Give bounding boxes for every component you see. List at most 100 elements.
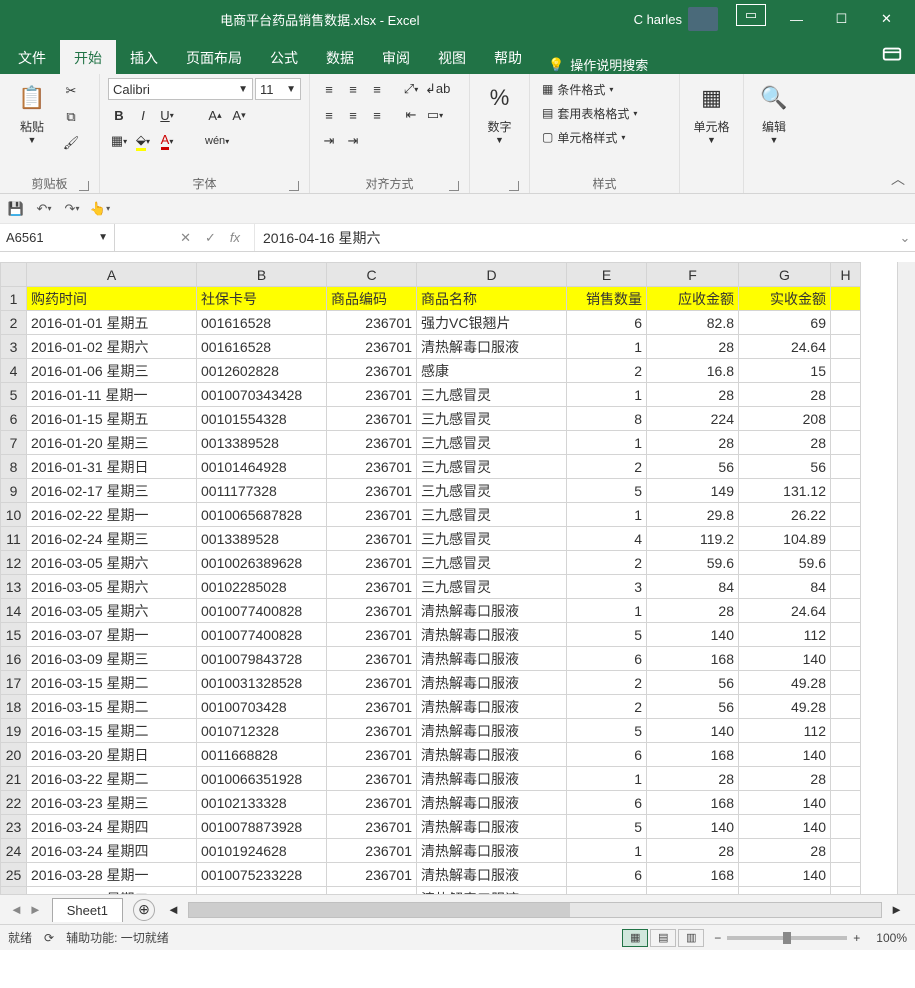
cell[interactable]: 236701	[327, 815, 417, 839]
cell[interactable]: 236701	[327, 791, 417, 815]
cell[interactable]: 2016-02-22 星期一	[27, 503, 197, 527]
shrink-font-button[interactable]: A▾	[228, 104, 250, 126]
cell[interactable]: 三九感冒灵	[417, 503, 567, 527]
font-name-combo[interactable]: Calibri▼	[108, 78, 253, 100]
wrap-text-button[interactable]: ↲ab	[424, 78, 451, 100]
cell[interactable]: 2016-01-01 星期五	[27, 311, 197, 335]
row-header[interactable]: 16	[1, 647, 27, 671]
editing-button[interactable]: 🔍 编辑 ▼	[752, 78, 796, 145]
bold-button[interactable]: B	[108, 104, 130, 126]
cell[interactable]: 清热解毒口服液	[417, 767, 567, 791]
cell[interactable]: 2016-03-15 星期二	[27, 695, 197, 719]
tab-formulas[interactable]: 公式	[256, 40, 312, 74]
cell[interactable]: 119.2	[647, 527, 739, 551]
cell[interactable]: 0010026389628	[197, 551, 327, 575]
align-center-button[interactable]: ≡	[342, 104, 364, 126]
user-account[interactable]: C harles	[634, 7, 718, 31]
cell[interactable]: 0010065687828	[197, 503, 327, 527]
tab-pagelayout[interactable]: 页面布局	[172, 40, 256, 74]
cell[interactable]: 112	[739, 719, 831, 743]
cell[interactable]: 236701	[327, 479, 417, 503]
cell[interactable]: 104.89	[739, 527, 831, 551]
row-header[interactable]: 24	[1, 839, 27, 863]
cell[interactable]: 三九感冒灵	[417, 527, 567, 551]
cell[interactable]: 236701	[327, 311, 417, 335]
cell[interactable]: 28	[647, 767, 739, 791]
cell[interactable]: 0013389528	[197, 527, 327, 551]
row-header[interactable]: 1	[1, 287, 27, 311]
cell[interactable]: 0012602828	[197, 359, 327, 383]
tab-insert[interactable]: 插入	[116, 40, 172, 74]
cell[interactable]: 59.6	[647, 551, 739, 575]
row-header[interactable]: 25	[1, 863, 27, 887]
format-painter-button[interactable]: 🖌	[60, 132, 82, 154]
cell[interactable]: 强力VC银翘片	[417, 311, 567, 335]
cell[interactable]: 236701	[327, 719, 417, 743]
cell[interactable]: 2	[567, 455, 647, 479]
cell[interactable]: 2016-03-24 星期四	[27, 839, 197, 863]
merge-cells-button[interactable]: ▭▾	[424, 104, 446, 126]
cell[interactable]: 00101554328	[197, 407, 327, 431]
cell[interactable]: 28	[647, 431, 739, 455]
cell[interactable]: 2016-02-17 星期三	[27, 479, 197, 503]
sheet-tab[interactable]: Sheet1	[52, 898, 123, 922]
cell[interactable]: 0010077400828	[197, 599, 327, 623]
dialog-launcher-icon[interactable]	[79, 181, 89, 191]
col-header[interactable]: D	[417, 263, 567, 287]
cell[interactable]: 2016-01-06 星期三	[27, 359, 197, 383]
col-header[interactable]: G	[739, 263, 831, 287]
scroll-right-icon[interactable]: ►	[890, 902, 903, 917]
cell[interactable]: 0011177328	[197, 479, 327, 503]
cell[interactable]: 6	[567, 647, 647, 671]
cell[interactable]: 56	[647, 695, 739, 719]
cell[interactable]: 6	[567, 743, 647, 767]
row-header[interactable]: 22	[1, 791, 27, 815]
cell[interactable]: 清热解毒口服液	[417, 647, 567, 671]
cell[interactable]: 2016-03-07 星期一	[27, 623, 197, 647]
maximize-button[interactable]: ☐	[819, 4, 864, 34]
cell[interactable]: 001616528	[197, 335, 327, 359]
row-header[interactable]: 12	[1, 551, 27, 575]
cell[interactable]: 28	[739, 383, 831, 407]
cell[interactable]: 208	[739, 407, 831, 431]
cell[interactable]: 2016-03-15 星期二	[27, 719, 197, 743]
cell[interactable]: 140	[647, 719, 739, 743]
scroll-left-icon[interactable]: ◄	[167, 902, 180, 917]
col-header[interactable]: B	[197, 263, 327, 287]
dialog-launcher-icon[interactable]	[289, 181, 299, 191]
cell[interactable]: 清热解毒口服液	[417, 671, 567, 695]
cell[interactable]: 三九感冒灵	[417, 383, 567, 407]
col-header[interactable]: E	[567, 263, 647, 287]
cell[interactable]: 28	[647, 383, 739, 407]
tab-home[interactable]: 开始	[60, 40, 116, 74]
cell[interactable]: 2016-02-24 星期三	[27, 527, 197, 551]
cell[interactable]: 28	[739, 887, 831, 895]
cell[interactable]: 236701	[327, 407, 417, 431]
tab-data[interactable]: 数据	[312, 40, 368, 74]
cell[interactable]: 00101924628	[197, 839, 327, 863]
row-header[interactable]: 14	[1, 599, 27, 623]
underline-button[interactable]: U▾	[156, 104, 178, 126]
col-header[interactable]: A	[27, 263, 197, 287]
enter-icon[interactable]: ✓	[205, 230, 216, 246]
tell-me[interactable]: 💡 操作说明搜索	[536, 55, 660, 74]
cell[interactable]: 5	[567, 623, 647, 647]
cell[interactable]: 69	[739, 311, 831, 335]
cell[interactable]: 236701	[327, 623, 417, 647]
cell[interactable]: 236701	[327, 503, 417, 527]
cell[interactable]: 236701	[327, 647, 417, 671]
row-header[interactable]: 26	[1, 887, 27, 895]
tab-view[interactable]: 视图	[424, 40, 480, 74]
col-header[interactable]: C	[327, 263, 417, 287]
cell[interactable]: 0011668828	[197, 743, 327, 767]
cell[interactable]: 三九感冒灵	[417, 455, 567, 479]
formula-input[interactable]: 2016-04-16 星期六	[255, 224, 895, 251]
cell[interactable]: 4	[567, 527, 647, 551]
row-header[interactable]: 17	[1, 671, 27, 695]
minimize-button[interactable]: —	[774, 4, 819, 34]
expand-formula-bar[interactable]: ⌄	[895, 224, 915, 251]
cell[interactable]: 140	[739, 791, 831, 815]
collapse-ribbon-button[interactable]: ︿	[891, 169, 905, 189]
cell[interactable]: 0010031328528	[197, 671, 327, 695]
cell[interactable]: 2	[567, 359, 647, 383]
